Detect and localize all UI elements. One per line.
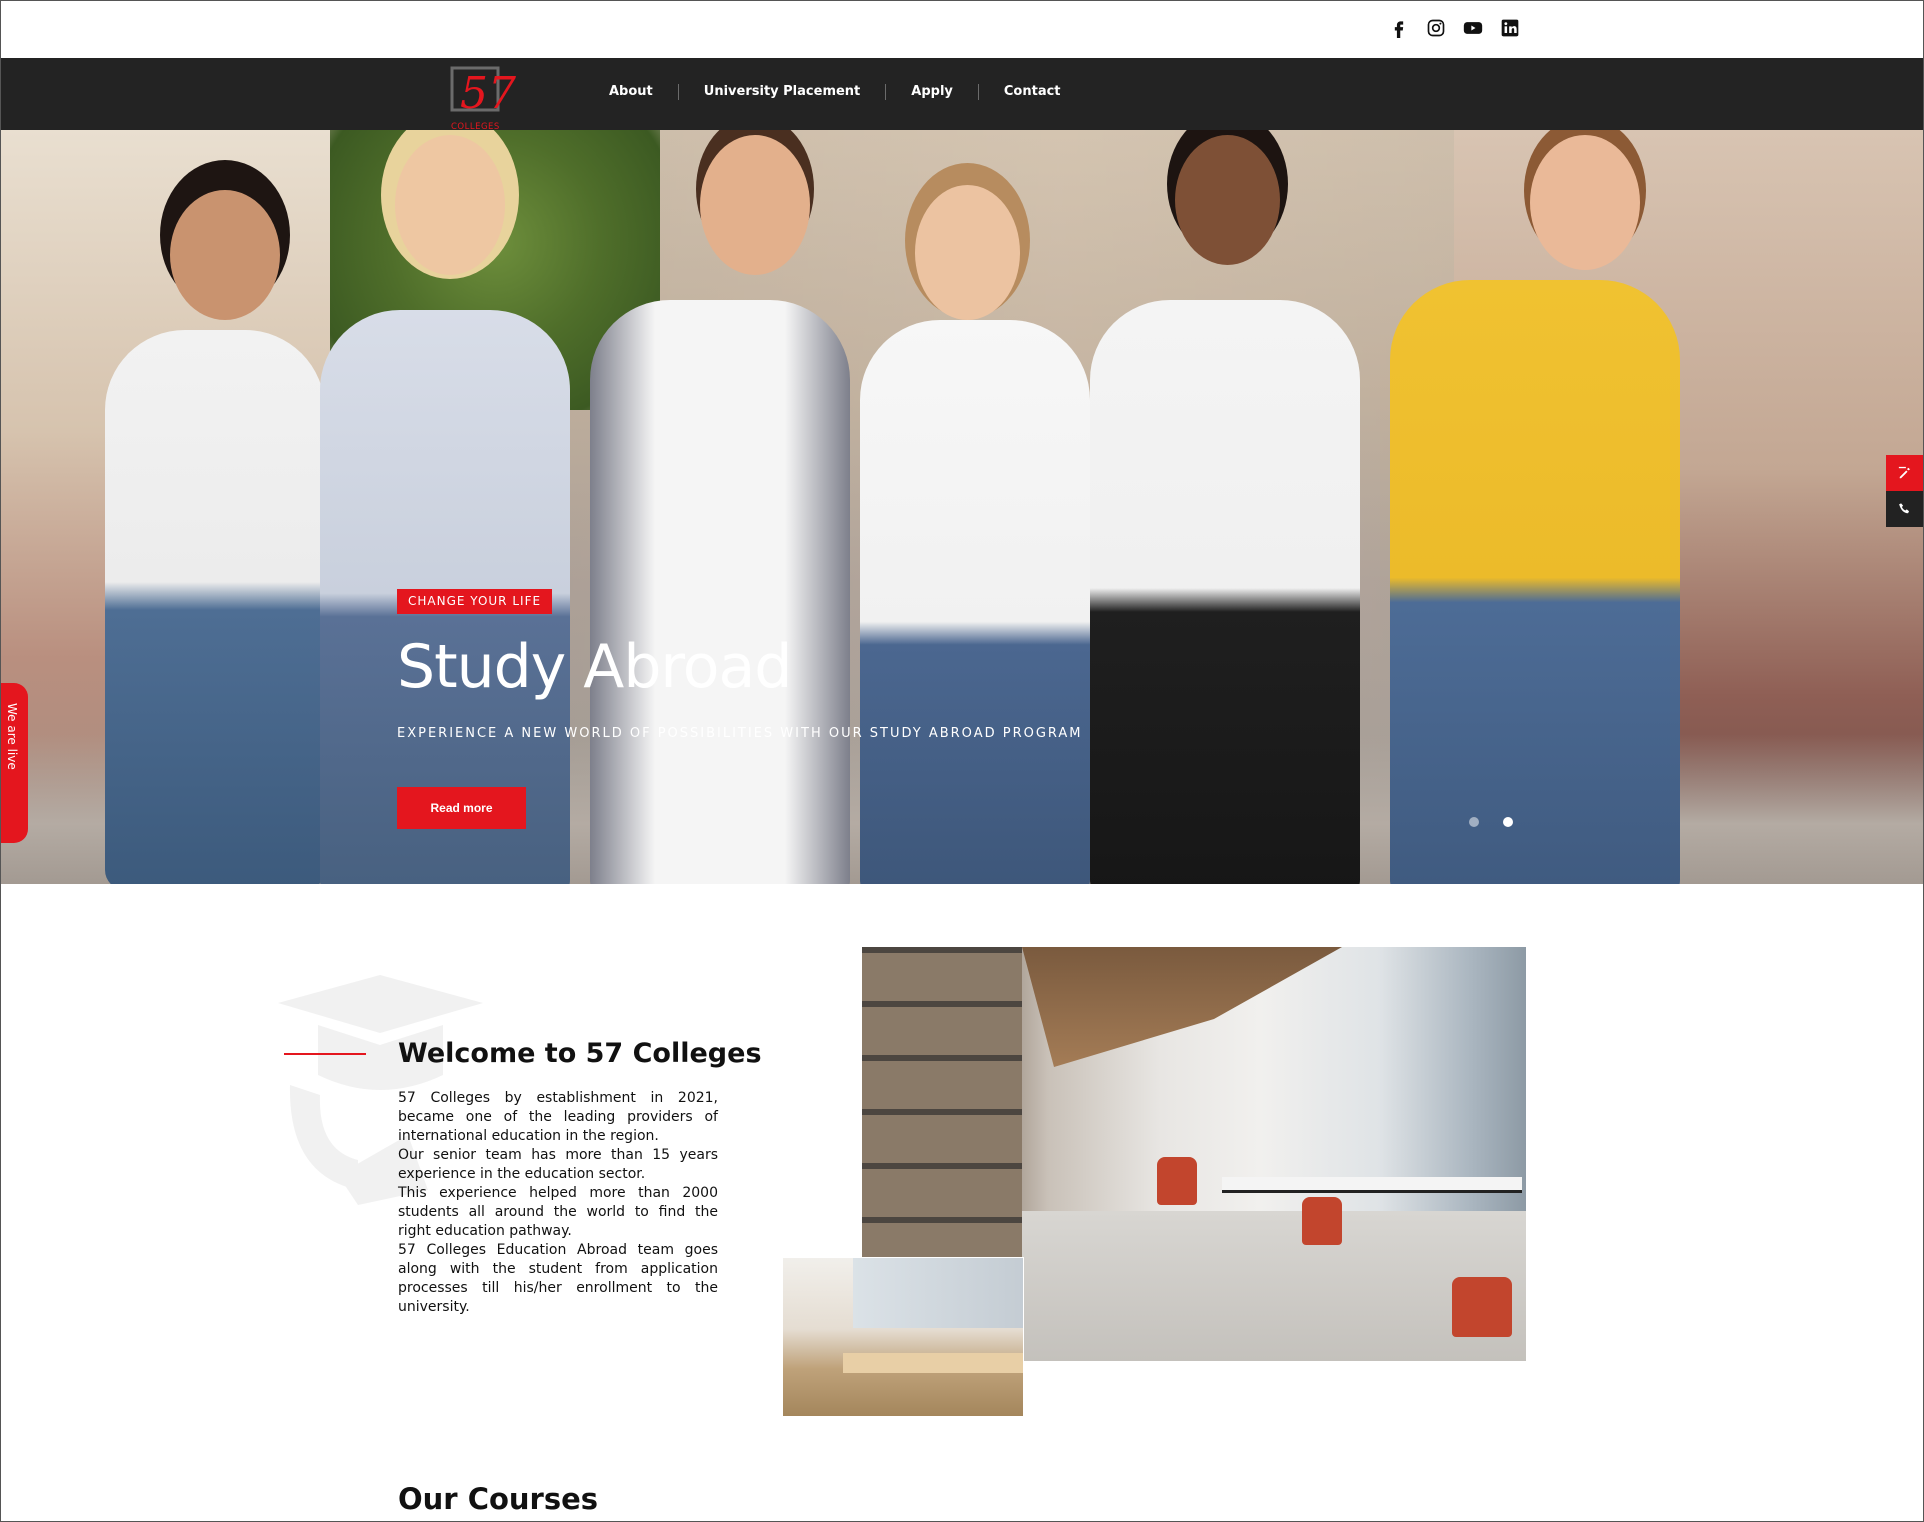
nav-university-placement[interactable]: University Placement [679, 84, 887, 100]
linkedin-icon[interactable] [1497, 15, 1522, 40]
social-links [1386, 15, 1522, 40]
hero-tag: CHANGE YOUR LIFE [397, 589, 553, 614]
read-more-button[interactable]: Read more [397, 787, 526, 829]
nav-contact[interactable]: Contact [979, 84, 1086, 100]
slider-dot-1[interactable] [1469, 817, 1479, 827]
site-logo[interactable]: 57 COLLEGES [450, 58, 520, 132]
phone-icon [1899, 503, 1910, 514]
primary-nav: About University Placement Apply Contact [584, 84, 1086, 100]
hero-student [1090, 300, 1360, 884]
slider-dot-2[interactable] [1503, 817, 1513, 827]
we-are-live-label: We are live [5, 703, 19, 770]
library-chair [1157, 1157, 1197, 1205]
library-chair [1302, 1197, 1342, 1245]
hero-student [860, 320, 1090, 884]
library-table [1222, 1177, 1522, 1193]
main-navbar: 57 COLLEGES About University Placement A… [0, 58, 1924, 132]
hero-title: Study Abroad [397, 632, 792, 702]
hero-student [1390, 280, 1680, 884]
library-chair [1452, 1277, 1512, 1337]
hero-student [105, 330, 325, 884]
welcome-text: 57 Colleges by establishment in 2021, be… [398, 1089, 718, 1317]
hero-student-head [1530, 135, 1640, 270]
logo-number: 57 [460, 68, 516, 119]
top-bar [0, 0, 1924, 58]
slider-dots [1469, 817, 1513, 827]
library-shelf [862, 947, 1022, 1257]
logo-word: COLLEGES [451, 122, 500, 130]
library-floor [1022, 1211, 1526, 1361]
we-are-live-tab[interactable]: We are live [0, 683, 28, 843]
side-phone-button[interactable] [1886, 491, 1924, 527]
edit-icon [1898, 466, 1911, 479]
hero-student-head [1175, 135, 1280, 265]
instagram-icon[interactable] [1423, 15, 1448, 40]
courses-title: Our Courses [398, 1482, 599, 1516]
facebook-icon[interactable] [1386, 15, 1411, 40]
section-divider [284, 1053, 366, 1055]
study-room-desk [843, 1353, 1023, 1373]
hero-student [590, 300, 850, 884]
welcome-title: Welcome to 57 Colleges [398, 1038, 762, 1069]
nav-about[interactable]: About [584, 84, 679, 100]
study-room-photo [782, 1257, 1024, 1417]
welcome-paragraph: 57 Colleges by establishment in 2021, be… [398, 1090, 718, 1144]
side-edit-button[interactable] [1886, 455, 1924, 491]
welcome-paragraph: This experience helped more than 2000 st… [398, 1185, 718, 1239]
library-ceiling [1022, 947, 1342, 1067]
welcome-paragraph: 57 Colleges Education Abroad team goes a… [398, 1242, 718, 1315]
hero-student-head [915, 185, 1020, 320]
nav-apply[interactable]: Apply [886, 84, 979, 100]
hero-student-head [395, 135, 505, 275]
hero-subtitle: EXPERIENCE A NEW WORLD OF POSSIBILITIES … [397, 726, 1083, 741]
welcome-paragraph: Our senior team has more than 15 years e… [398, 1147, 718, 1182]
hero-student-head [700, 135, 810, 275]
study-room-window [853, 1258, 1023, 1328]
youtube-icon[interactable] [1460, 15, 1485, 40]
hero-slider: CHANGE YOUR LIFE Study Abroad EXPERIENCE… [0, 130, 1924, 884]
hero-student-head [170, 190, 280, 320]
